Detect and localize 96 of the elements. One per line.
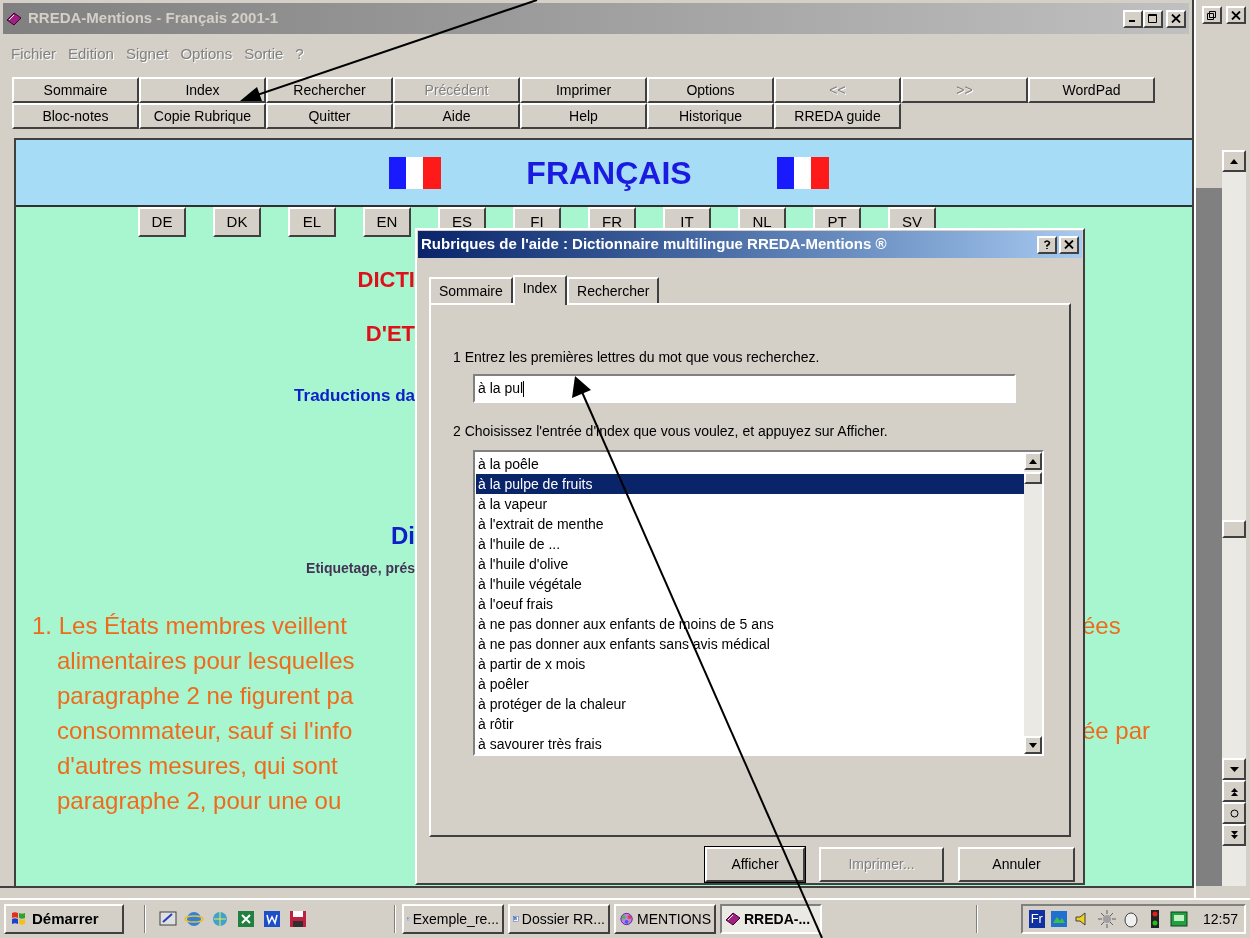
list-item[interactable]: à l'oeuf frais — [476, 594, 1024, 614]
paragraph-line: paragraphe 2 ne figurent pa — [57, 680, 354, 711]
toolbar-button[interactable]: Quitter — [266, 103, 393, 129]
list-item[interactable]: à l'huile végétale — [476, 574, 1024, 594]
heading: Traductions da — [294, 386, 415, 406]
search-field[interactable]: à la pul — [473, 374, 1016, 403]
windows-logo-icon — [10, 911, 28, 927]
close-icon — [1171, 14, 1181, 23]
list-item[interactable]: à l'huile d'olive — [476, 554, 1024, 574]
close-button[interactable] — [1166, 9, 1186, 28]
restore-icon — [1207, 10, 1217, 20]
dialog-button[interactable]: Afficher — [705, 847, 805, 882]
paragraph-line: 1. Les États membres veillent — [32, 610, 347, 641]
monitor-icon[interactable] — [1048, 909, 1069, 929]
list-item[interactable]: à protéger de la chaleur — [476, 694, 1024, 714]
list-item[interactable]: à la poêle — [476, 454, 1024, 474]
tray-app-icon[interactable] — [1168, 909, 1189, 929]
paragraph-line: consommateur, sauf si l'info — [57, 715, 353, 746]
desktop-icon[interactable] — [158, 909, 178, 929]
close-button[interactable] — [1226, 6, 1246, 24]
word-processor-icon[interactable] — [262, 909, 282, 929]
language-button[interactable]: EN — [363, 207, 411, 237]
list-scrollbar[interactable] — [1024, 452, 1042, 754]
help-button[interactable] — [1037, 235, 1057, 254]
scroll-up-icon — [1230, 158, 1238, 164]
paragraph-line: d'autres mesures, qui sont — [57, 750, 338, 781]
close-icon — [1231, 10, 1241, 20]
scroll-thumb[interactable] — [1222, 520, 1246, 538]
maximize-icon — [1148, 14, 1158, 23]
scrollbar[interactable] — [1222, 150, 1246, 886]
double-up-icon[interactable] — [1229, 786, 1239, 796]
paragraph-line: alimentaires pour lesquelles — [57, 645, 355, 676]
toolbar-button[interactable]: WordPad — [1028, 77, 1155, 103]
sun-icon[interactable] — [1096, 909, 1117, 929]
network-icon — [619, 911, 635, 927]
restore-button[interactable] — [1202, 6, 1222, 24]
heading: D'ET — [365, 321, 415, 347]
toolbar-button[interactable]: Help — [520, 103, 647, 129]
close-button[interactable] — [1059, 235, 1079, 254]
list-item[interactable]: à l'huile de ... — [476, 534, 1024, 554]
toolbar-button[interactable]: Bloc-notes — [12, 103, 139, 129]
list-item[interactable]: à savourer très frais — [476, 734, 1024, 754]
window-title: RREDA-Mentions - Français 2001-1 — [28, 8, 279, 29]
toolbar-button[interactable]: Index — [139, 77, 266, 103]
scroll-up-icon[interactable] — [1029, 458, 1037, 464]
list-item[interactable]: à rôtir — [476, 714, 1024, 734]
toolbar-button[interactable]: Aide — [393, 103, 520, 129]
language-button[interactable]: DE — [138, 207, 186, 237]
book-icon — [6, 10, 22, 27]
instruction-text: 1 Entrez les premières lettres du mot que vous recherchez. — [453, 348, 821, 367]
circle-icon[interactable] — [1229, 808, 1239, 818]
language-button[interactable]: EL — [288, 207, 336, 237]
taskbar-button[interactable]: Exemple_re... — [402, 904, 504, 934]
list-item[interactable]: à poêler — [476, 674, 1024, 694]
dialog-title: Rubriques de l'aide : Dictionnaire multilingue RREDA-Mentions ® — [421, 234, 887, 255]
toolbar-button[interactable]: Rechercher — [266, 77, 393, 103]
tab[interactable]: Index — [512, 275, 568, 305]
close-icon — [1064, 240, 1074, 249]
double-down-icon[interactable] — [1229, 830, 1239, 840]
scroll-down-icon[interactable] — [1229, 764, 1239, 774]
book-icon — [725, 911, 741, 927]
dialog-button[interactable]: Annuler — [958, 847, 1075, 882]
tab[interactable]: Sommaire — [429, 277, 513, 303]
paragraph-line: paragraphe 2, pour une ou — [57, 785, 342, 816]
toolbar-button[interactable]: Copie Rubrique — [139, 103, 266, 129]
heading: DICTI — [357, 267, 415, 293]
flag-icon — [389, 156, 442, 189]
language-indicator[interactable]: Fr — [1028, 910, 1045, 928]
heading: Etiquetage, prés — [306, 560, 415, 577]
toolbar-button[interactable]: RREDA guide — [774, 103, 901, 129]
taskbar-button[interactable]: RREDA-... — [720, 904, 822, 934]
heading: Di — [391, 522, 415, 550]
page-title: FRANÇAIS — [526, 153, 692, 193]
list-item[interactable]: à la pulpe de fruits — [476, 474, 1024, 494]
start-button[interactable]: Démarrer — [4, 904, 124, 934]
list-item[interactable]: à ne pas donner aux enfants sans avis médical — [476, 634, 1024, 654]
list-item[interactable]: à l'extrait de menthe — [476, 514, 1024, 534]
flag-icon — [776, 156, 829, 189]
taskbar-button[interactable]: Dossier RR... — [508, 904, 610, 934]
scroll-thumb[interactable] — [1024, 472, 1042, 484]
tab[interactable]: Rechercher — [567, 277, 660, 303]
toolbar-button[interactable]: Historique — [647, 103, 774, 129]
help-icon — [1042, 240, 1052, 249]
spreadsheet-icon[interactable] — [236, 909, 256, 929]
toolbar-button[interactable]: Sommaire — [12, 77, 139, 103]
browser-icon[interactable] — [184, 909, 204, 929]
language-button[interactable]: DK — [213, 207, 261, 237]
maximize-button[interactable] — [1143, 9, 1163, 28]
list-item[interactable]: à la vapeur — [476, 494, 1024, 514]
list-item[interactable]: à partir de x mois — [476, 654, 1024, 674]
taskbar-button[interactable]: MENTIONS — [614, 904, 716, 934]
scroll-down-icon[interactable] — [1029, 742, 1037, 748]
minimize-button[interactable] — [1123, 9, 1143, 28]
clock: 12:57 — [1202, 909, 1238, 929]
toolbar-button[interactable]: Options — [647, 77, 774, 103]
toolbar-button[interactable]: Imprimer — [520, 77, 647, 103]
